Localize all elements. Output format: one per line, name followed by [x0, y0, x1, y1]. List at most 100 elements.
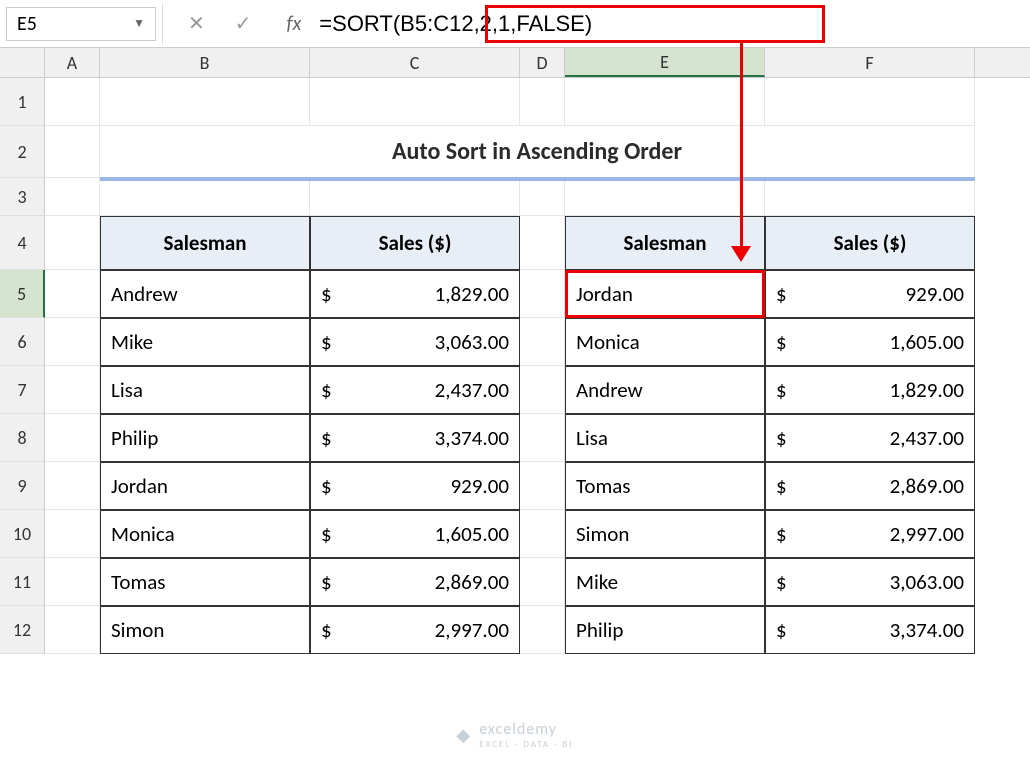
cancel-icon[interactable]: ✕	[188, 11, 205, 36]
cell[interactable]	[520, 414, 565, 462]
cell[interactable]	[45, 606, 100, 654]
table-cell-name[interactable]: Lisa	[100, 366, 310, 414]
cell[interactable]	[520, 270, 565, 318]
table-header-salesman-left[interactable]: Salesman	[100, 216, 310, 270]
row-header-8[interactable]: 8	[0, 414, 45, 462]
table-cell-name[interactable]: Tomas	[565, 462, 765, 510]
col-header-F[interactable]: F	[765, 48, 975, 77]
table-cell-name[interactable]: Tomas	[100, 558, 310, 606]
cell[interactable]	[45, 318, 100, 366]
cell[interactable]	[310, 78, 520, 126]
table-cell-name[interactable]: Jordan	[100, 462, 310, 510]
cell[interactable]	[45, 366, 100, 414]
table-cell-name[interactable]: Philip	[100, 414, 310, 462]
cell[interactable]	[45, 510, 100, 558]
cell[interactable]	[520, 462, 565, 510]
table-cell-name[interactable]: Jordan	[565, 270, 765, 318]
table-cell-sales[interactable]: $1,605.00	[765, 318, 975, 366]
cell[interactable]	[100, 78, 310, 126]
row-header-7[interactable]: 7	[0, 366, 45, 414]
table-cell-sales[interactable]: $1,605.00	[310, 510, 520, 558]
cell[interactable]	[765, 78, 975, 126]
cell[interactable]	[565, 78, 765, 126]
table-cell-sales[interactable]: $2,997.00	[310, 606, 520, 654]
fx-icon[interactable]: fx	[277, 12, 312, 36]
table-cell-name[interactable]: Monica	[100, 510, 310, 558]
table-cell-sales[interactable]: $3,063.00	[765, 558, 975, 606]
table-cell-sales[interactable]: $2,437.00	[765, 414, 975, 462]
row-header-11[interactable]: 11	[0, 558, 45, 606]
formula-buttons: ✕ ✓	[163, 11, 277, 36]
table-cell-sales[interactable]: $3,374.00	[310, 414, 520, 462]
title-underline	[100, 177, 975, 181]
row-header-2[interactable]: 2	[0, 126, 45, 178]
watermark: ◆ exceldemy EXCEL · DATA · BI	[456, 720, 573, 750]
row-header-6[interactable]: 6	[0, 318, 45, 366]
table-cell-name[interactable]: Philip	[565, 606, 765, 654]
table-cell-sales[interactable]: $3,063.00	[310, 318, 520, 366]
table-cell-sales[interactable]: $929.00	[765, 270, 975, 318]
cell[interactable]	[520, 318, 565, 366]
row-header-10[interactable]: 10	[0, 510, 45, 558]
cell[interactable]	[520, 178, 565, 216]
cell[interactable]	[520, 78, 565, 126]
table-cell-sales[interactable]: $2,869.00	[765, 462, 975, 510]
col-header-A[interactable]: A	[45, 48, 100, 77]
row-header-12[interactable]: 12	[0, 606, 45, 654]
table-cell-sales[interactable]: $3,374.00	[765, 606, 975, 654]
table-cell-name[interactable]: Mike	[565, 558, 765, 606]
table-cell-name[interactable]: Simon	[565, 510, 765, 558]
name-box-value: E5	[17, 12, 37, 36]
col-header-D[interactable]: D	[520, 48, 565, 77]
table-cell-name[interactable]: Monica	[565, 318, 765, 366]
title-cell[interactable]: Auto Sort in Ascending Order	[100, 126, 975, 178]
table-cell-sales[interactable]: $2,997.00	[765, 510, 975, 558]
cell[interactable]	[45, 126, 100, 178]
col-header-B[interactable]: B	[100, 48, 310, 77]
table-cell-sales[interactable]: $2,437.00	[310, 366, 520, 414]
table-cell-name[interactable]: Andrew	[565, 366, 765, 414]
annotation-arrow-line	[740, 43, 743, 248]
cell[interactable]	[45, 178, 100, 216]
table-cell-name[interactable]: Mike	[100, 318, 310, 366]
table-header-sales-left[interactable]: Sales ($)	[310, 216, 520, 270]
cell[interactable]	[520, 558, 565, 606]
table-cell-sales[interactable]: $929.00	[310, 462, 520, 510]
row-header-3[interactable]: 3	[0, 178, 45, 216]
cell[interactable]	[100, 178, 310, 216]
row-header-4[interactable]: 4	[0, 216, 45, 270]
watermark-tag: EXCEL · DATA · BI	[479, 739, 573, 750]
table-cell-sales[interactable]: $1,829.00	[765, 366, 975, 414]
cell[interactable]	[520, 216, 565, 270]
cell[interactable]	[45, 462, 100, 510]
cell[interactable]	[520, 366, 565, 414]
row-header-5[interactable]: 5	[0, 270, 45, 318]
cell[interactable]	[45, 78, 100, 126]
row-header-1[interactable]: 1	[0, 78, 45, 126]
column-headers: A B C D E F	[0, 48, 1030, 78]
table-cell-sales[interactable]: $2,869.00	[310, 558, 520, 606]
cell[interactable]	[45, 558, 100, 606]
select-all-corner[interactable]	[0, 48, 45, 77]
cell[interactable]	[565, 178, 765, 216]
col-header-E[interactable]: E	[565, 48, 765, 77]
cell[interactable]	[310, 178, 520, 216]
table-header-sales-right[interactable]: Sales ($)	[765, 216, 975, 270]
table-cell-name[interactable]: Simon	[100, 606, 310, 654]
table-cell-name[interactable]: Andrew	[100, 270, 310, 318]
cell[interactable]	[45, 414, 100, 462]
cell[interactable]	[45, 216, 100, 270]
cell[interactable]	[520, 606, 565, 654]
col-header-C[interactable]: C	[310, 48, 520, 77]
name-box-dropdown-icon[interactable]: ▼	[133, 16, 145, 31]
table-cell-sales[interactable]: $1,829.00	[310, 270, 520, 318]
name-box[interactable]: E5 ▼	[6, 7, 156, 41]
enter-icon[interactable]: ✓	[235, 11, 252, 36]
cell[interactable]	[520, 510, 565, 558]
table-cell-name[interactable]: Lisa	[565, 414, 765, 462]
cell[interactable]	[765, 178, 975, 216]
watermark-brand: exceldemy	[479, 720, 557, 739]
formula-input[interactable]	[311, 7, 1030, 41]
cell[interactable]	[45, 270, 100, 318]
row-header-9[interactable]: 9	[0, 462, 45, 510]
